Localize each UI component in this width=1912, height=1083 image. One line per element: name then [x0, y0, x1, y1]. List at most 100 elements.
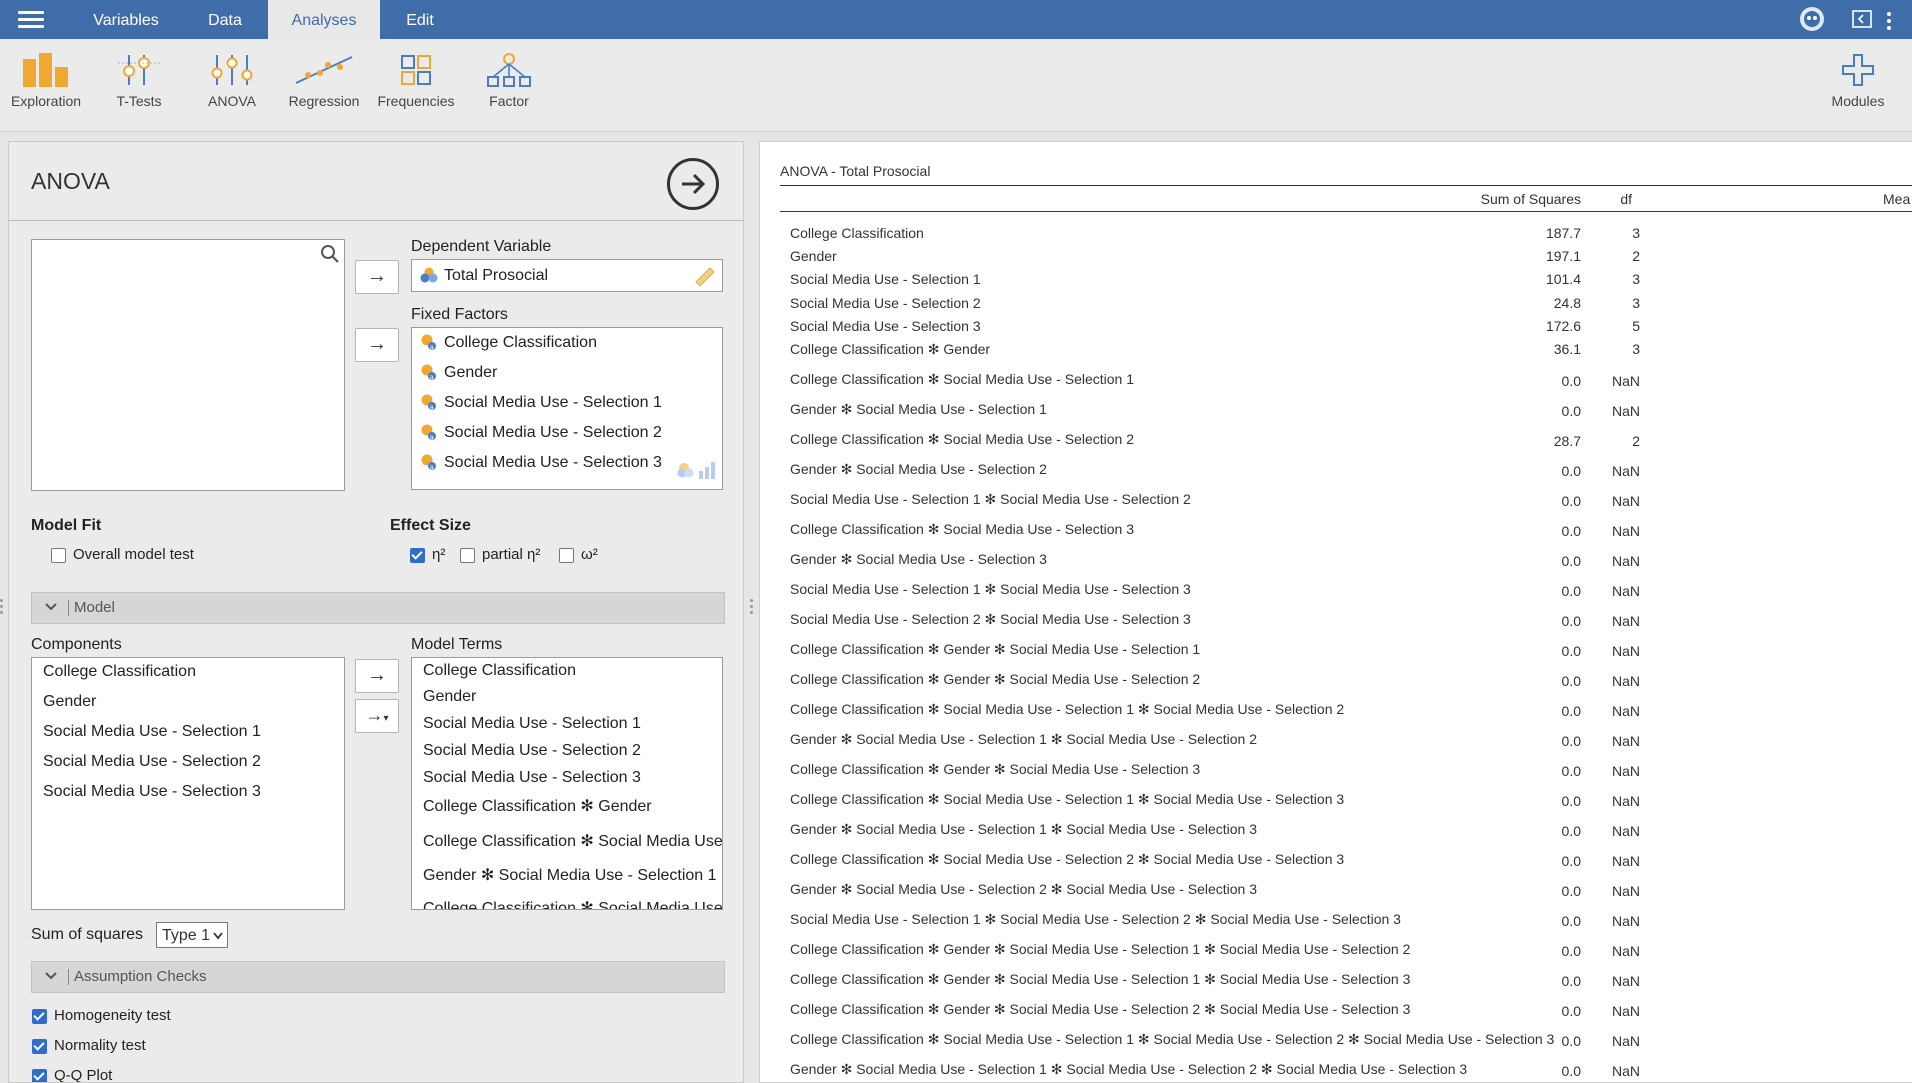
model-term-item[interactable]: Social Media Use - Selection 1 [423, 715, 641, 733]
svg-text:a: a [430, 404, 434, 412]
frequencies-button[interactable]: Frequencies [370, 53, 462, 109]
normality-test-checkbox[interactable] [32, 1039, 47, 1054]
result-row-sum-of-squares: 0.0 [1561, 763, 1581, 779]
component-item[interactable]: Social Media Use - Selection 1 [43, 723, 261, 741]
table-top-rule [780, 185, 1912, 186]
model-terms-list[interactable]: College Classification Gender Social Med… [411, 657, 723, 910]
result-row-sum-of-squares: 36.1 [1553, 341, 1581, 357]
result-row-df: NaN [1611, 463, 1640, 479]
modules-button[interactable]: Modules [1812, 53, 1904, 109]
result-row-df: 2 [1632, 433, 1640, 449]
exploration-button[interactable]: Exploration [0, 53, 92, 109]
result-row-sum-of-squares: 0.0 [1561, 523, 1581, 539]
add-term-button[interactable]: → [355, 659, 399, 693]
frequencies-icon [401, 55, 431, 85]
result-row-sum-of-squares: 0.0 [1561, 373, 1581, 389]
model-term-item[interactable]: College Classification [423, 662, 576, 680]
tab-edit[interactable]: Edit [390, 0, 450, 39]
fixed-factor-item[interactable]: a Gender [420, 363, 497, 386]
assumption-checks-section-header[interactable]: Assumption Checks [31, 961, 725, 993]
dependent-variable-label: Dependent Variable [411, 238, 552, 255]
result-row-df: NaN [1611, 373, 1640, 389]
result-row-sum-of-squares: 0.0 [1561, 583, 1581, 599]
move-to-dependent-button[interactable]: → [355, 260, 399, 294]
svg-text:a: a [430, 464, 434, 472]
model-term-item[interactable]: Social Media Use - Selection 2 [423, 742, 641, 760]
panel-splitter-handle[interactable] [750, 599, 753, 617]
analysis-ribbon: Exploration T-Tests ANOVA Regression Fre… [0, 39, 1912, 132]
component-item[interactable]: Gender [43, 693, 96, 711]
move-to-fixed-factors-button[interactable]: → [355, 328, 399, 362]
result-row-sum-of-squares: 0.0 [1561, 853, 1581, 869]
qq-plot-checkbox[interactable] [32, 1069, 47, 1082]
result-row-term: College Classification ✻ Gender [790, 341, 991, 357]
result-row-sum-of-squares: 0.0 [1561, 673, 1581, 689]
overall-model-test-checkbox[interactable] [51, 548, 66, 563]
result-row-term: College Classification ✻ Social Media Us… [790, 521, 1134, 537]
result-row-df: 2 [1632, 248, 1640, 265]
result-row-df: 3 [1632, 341, 1640, 357]
left-splitter-handle[interactable] [0, 599, 3, 617]
search-icon[interactable] [320, 244, 340, 269]
homogeneity-test-checkbox[interactable] [32, 1009, 47, 1024]
model-section-title: Model [74, 599, 115, 616]
component-item[interactable]: College Classification [43, 663, 196, 681]
available-variables-list[interactable] [31, 239, 345, 491]
chevron-down-icon [45, 603, 57, 611]
result-row-sum-of-squares: 0.0 [1561, 553, 1581, 569]
model-section-header[interactable]: Model [31, 592, 725, 624]
result-row-df: NaN [1611, 613, 1640, 629]
fixed-factor-item[interactable]: a Social Media Use - Selection 2 [420, 423, 662, 446]
window-mode-icon[interactable] [1852, 10, 1872, 33]
anova-button[interactable]: ANOVA [186, 53, 278, 109]
fixed-factor-item[interactable]: a Social Media Use - Selection 3 [420, 453, 662, 476]
result-row-sum-of-squares: 0.0 [1561, 463, 1581, 479]
nominal-variable-icon: a [420, 453, 438, 476]
component-item[interactable]: Social Media Use - Selection 2 [43, 753, 261, 771]
user-avatar-icon[interactable] [1798, 6, 1826, 37]
eta-squared-checkbox[interactable] [410, 548, 425, 563]
frequencies-label: Frequencies [377, 93, 455, 109]
result-row-term: Social Media Use - Selection 3 [790, 317, 981, 334]
partial-eta-squared-checkbox[interactable] [460, 548, 475, 563]
dependent-variable-box[interactable]: Total Prosocial [411, 259, 723, 292]
fixed-factors-box[interactable]: a College Classification a Gender a Social … [411, 327, 723, 490]
result-row-df: NaN [1611, 943, 1640, 959]
factor-button[interactable]: Factor [463, 53, 555, 109]
fixed-factor-item[interactable]: a College Classification [420, 333, 597, 356]
components-list[interactable]: College Classification Gender Social Med… [31, 657, 345, 910]
more-options-icon[interactable] [1886, 12, 1892, 35]
model-term-item[interactable]: College Classification ✻ Social Media Us… [423, 831, 722, 851]
model-term-item[interactable]: College Classification ✻ Gender [423, 796, 652, 816]
regression-button[interactable]: Regression [278, 53, 370, 109]
result-row-term: College Classification ✻ Gender ✻ Social… [790, 641, 1201, 657]
results-table-title[interactable]: ANOVA - Total Prosocial [780, 163, 930, 179]
hamburger-menu-icon[interactable] [18, 11, 44, 29]
model-term-item[interactable]: Gender ✻ Social Media Use - Selection 1 [423, 865, 717, 885]
variable-types-icon [677, 459, 717, 484]
component-item[interactable]: Social Media Use - Selection 3 [43, 783, 261, 801]
table-header-rule [780, 211, 1912, 212]
svg-text:a: a [430, 344, 434, 352]
title-divider [9, 220, 743, 221]
run-analysis-button[interactable] [667, 158, 719, 210]
continuous-variable-icon [420, 266, 438, 289]
omega-squared-checkbox[interactable] [559, 548, 574, 563]
plus-icon [1842, 54, 1874, 86]
tab-analyses[interactable]: Analyses [268, 0, 380, 39]
model-term-item[interactable]: Social Media Use - Selection 3 [423, 769, 641, 787]
dependent-variable-item[interactable]: Total Prosocial [420, 266, 548, 289]
result-row-term: College Classification ✻ Gender ✻ Social… [790, 1001, 1411, 1017]
result-row-df: NaN [1611, 883, 1640, 899]
fixed-factor-item[interactable]: a Social Media Use - Selection 1 [420, 393, 662, 416]
result-row-df: NaN [1611, 913, 1640, 929]
t-tests-button[interactable]: T-Tests [93, 53, 185, 109]
result-row-term: College Classification ✻ Social Media Us… [790, 431, 1134, 447]
tab-variables[interactable]: Variables [76, 0, 176, 39]
add-interaction-dropdown-button[interactable]: →▾ [355, 699, 399, 733]
result-row-term: Gender ✻ Social Media Use - Selection 2 … [790, 881, 1258, 897]
model-term-item[interactable]: Gender [423, 688, 476, 706]
model-term-item[interactable]: College Classification ✻ Social Media Us… [423, 898, 722, 909]
sum-of-squares-select[interactable]: Type 1 [156, 922, 228, 948]
tab-data[interactable]: Data [190, 0, 260, 39]
